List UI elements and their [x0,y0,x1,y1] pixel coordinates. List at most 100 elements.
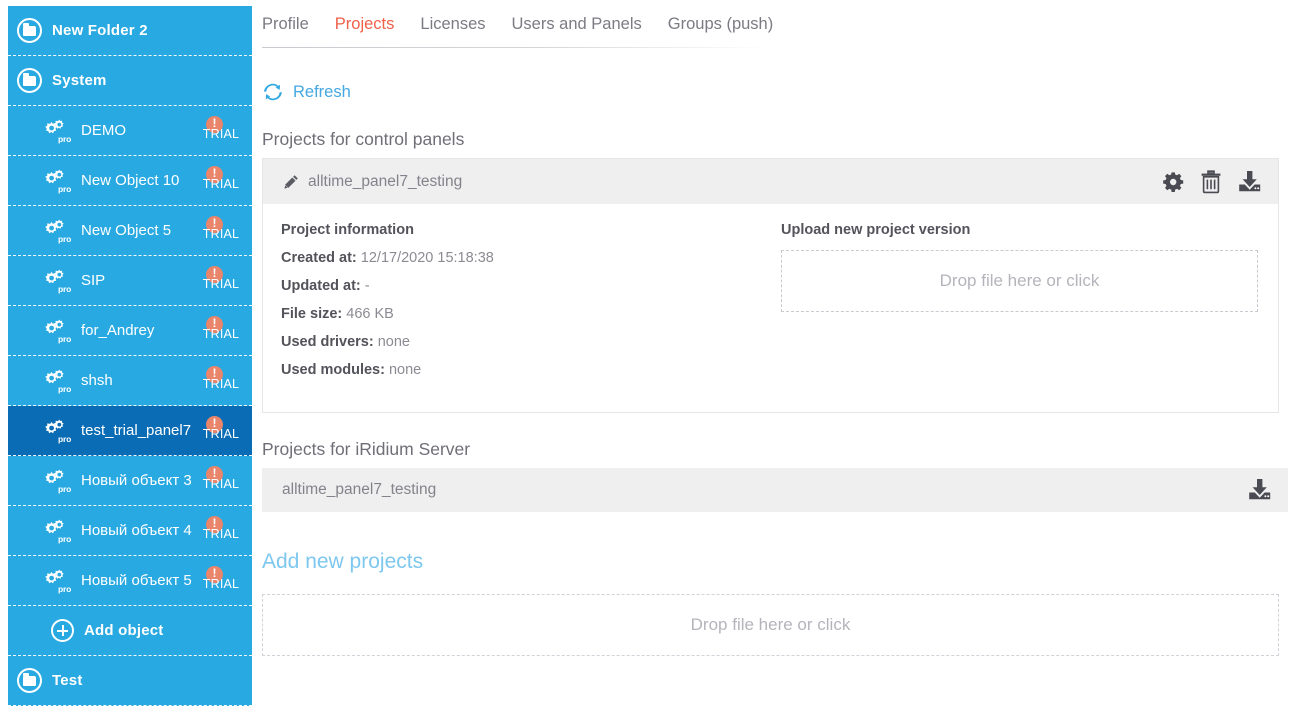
folder-icon [17,68,42,93]
project-card-actions [1162,170,1264,194]
project-information-heading: Project information [281,222,781,238]
sidebar-item-label: Add object [84,622,164,639]
trial-badge: TRIAL [198,166,244,196]
pro-gear-icon: pro [45,369,75,393]
sidebar: New Folder 2 System pro DEMO TRIAL pro N… [0,0,252,706]
field-value: 12/17/2020 15:18:38 [361,250,494,266]
download-icon[interactable] [1246,478,1274,502]
folder-icon [17,18,42,43]
field-label: Used modules: [281,362,385,378]
tab-groups-push[interactable]: Groups (push) [668,15,773,34]
sidebar-item-system[interactable]: System [8,56,252,106]
sidebar-item-label: Новый объект 3 [81,472,192,489]
field-value: none [389,362,421,378]
server-section-title: Projects for iRidium Server [262,439,1292,460]
trial-badge: TRIAL [198,466,244,496]
pro-label: pro [58,484,71,494]
pro-gear-icon: pro [45,269,75,293]
project-name: alltime_panel7_testing [308,173,462,191]
pro-label: pro [58,584,71,594]
pro-gear-icon: pro [45,319,75,343]
sidebar-item-label: Test [52,672,83,689]
sidebar-item-for-andrey[interactable]: pro for_Andrey TRIAL [8,306,252,356]
tab-bar: Profile Projects Licenses Users and Pane… [262,0,1292,48]
sidebar-item-label: System [52,72,107,89]
add-projects-dropzone[interactable]: Drop file here or click [262,594,1279,656]
field-value: 466 KB [346,306,394,322]
pro-label: pro [58,384,71,394]
trial-badge: TRIAL [198,216,244,246]
sidebar-item-label: test_trial_panel7 [81,422,191,439]
pro-gear-icon: pro [45,569,75,593]
sidebar-item-label: Новый объект 5 [81,572,192,589]
pro-label: pro [58,434,71,444]
gear-settings-icon[interactable] [1162,170,1186,194]
field-label: File size: [281,306,342,322]
trial-badge: TRIAL [198,566,244,596]
pro-gear-icon: pro [45,469,75,493]
app-root: New Folder 2 System pro DEMO TRIAL pro N… [0,0,1292,706]
refresh-button[interactable]: Refresh [262,81,1292,103]
pencil-edit-icon[interactable] [283,174,299,190]
sidebar-item-new-object-10[interactable]: pro New Object 10 TRIAL [8,156,252,206]
server-project-row: alltime_panel7_testing [262,468,1288,512]
sidebar-item-test[interactable]: Test [8,656,252,706]
sidebar-item-label: New Object 10 [81,172,179,189]
project-card: alltime_panel7_testing [262,158,1279,413]
pro-gear-icon: pro [45,219,75,243]
tab-projects[interactable]: Projects [335,15,395,34]
pro-label: pro [58,234,71,244]
sidebar-item-test-trial-panel7[interactable]: pro test_trial_panel7 TRIAL [8,406,252,456]
sidebar-item-demo[interactable]: pro DEMO TRIAL [8,106,252,156]
pro-label: pro [58,334,71,344]
trial-badge: TRIAL [198,116,244,146]
project-card-header: alltime_panel7_testing [263,159,1278,204]
download-icon[interactable] [1236,170,1264,194]
sidebar-item-shsh[interactable]: pro shsh TRIAL [8,356,252,406]
sidebar-item-new-folder-2[interactable]: New Folder 2 [8,6,252,56]
tab-profile[interactable]: Profile [262,15,309,34]
upload-heading: Upload new project version [781,222,1258,238]
pro-gear-icon: pro [45,169,75,193]
sidebar-item-sip[interactable]: pro SIP TRIAL [8,256,252,306]
project-card-body: Project information Created at: 12/17/20… [263,204,1278,412]
sidebar-item-novyy-obekt-4[interactable]: pro Новый объект 4 TRIAL [8,506,252,556]
tab-licenses[interactable]: Licenses [420,15,485,34]
pro-gear-icon: pro [45,419,75,443]
sidebar-add-object-button[interactable]: Add object [8,606,252,656]
pro-label: pro [58,134,71,144]
project-card-header-left: alltime_panel7_testing [283,173,462,191]
trash-delete-icon[interactable] [1200,170,1222,194]
upload-dropzone[interactable]: Drop file here or click [781,250,1258,312]
project-information: Project information Created at: 12/17/20… [281,222,781,390]
plus-circle-icon [51,619,74,642]
trial-badge: TRIAL [198,316,244,346]
tab-users-and-panels[interactable]: Users and Panels [512,15,642,34]
add-new-projects-link[interactable]: Add new projects [262,550,1292,574]
trial-badge: TRIAL [198,416,244,446]
field-used-modules: Used modules: none [281,362,781,378]
tab-bar-divider [262,47,767,48]
sidebar-item-label: for_Andrey [81,322,154,339]
trial-badge: TRIAL [198,266,244,296]
field-value: none [378,334,410,350]
sidebar-item-label: New Object 5 [81,222,171,239]
main-content: Profile Projects Licenses Users and Pane… [252,0,1292,706]
field-updated-at: Updated at: - [281,278,781,294]
sidebar-item-label: SIP [81,272,105,289]
upload-section: Upload new project version Drop file her… [781,222,1258,390]
sidebar-item-novyy-obekt-5[interactable]: pro Новый объект 5 TRIAL [8,556,252,606]
refresh-icon [262,81,284,103]
sidebar-item-novyy-obekt-3[interactable]: pro Новый объект 3 TRIAL [8,456,252,506]
server-project-name: alltime_panel7_testing [282,481,436,499]
trial-badge: TRIAL [198,366,244,396]
sidebar-item-label: Новый объект 4 [81,522,192,539]
refresh-label: Refresh [293,83,351,102]
sidebar-item-label: shsh [81,372,113,389]
field-label: Updated at: [281,278,361,294]
panels-section-title: Projects for control panels [262,129,1292,150]
field-created-at: Created at: 12/17/2020 15:18:38 [281,250,781,266]
field-label: Created at: [281,250,357,266]
sidebar-item-new-object-5[interactable]: pro New Object 5 TRIAL [8,206,252,256]
sidebar-item-label: DEMO [81,122,126,139]
